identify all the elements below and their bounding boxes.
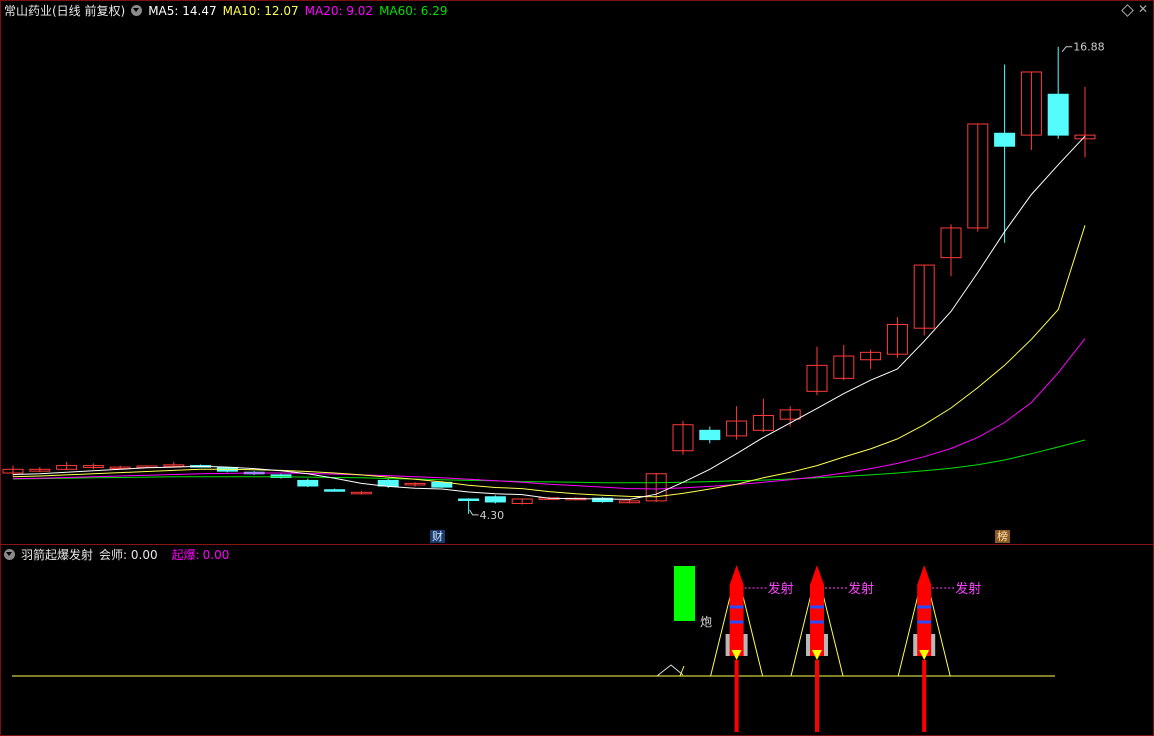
launch-label: 发射 [768, 581, 794, 597]
rocket-body [917, 565, 932, 656]
ma10-legend: MA10: 12.07 [222, 4, 299, 18]
dropdown-icon[interactable] [131, 5, 143, 16]
main-header: 常山药业(日线 前复权) MA5: 14.47 MA10: 12.07 MA20: 9… [4, 1, 454, 21]
ma5-legend: MA5: 14.47 [148, 4, 217, 18]
huishi-value: 会师: 0.00 [99, 548, 158, 562]
cai-marker[interactable]: 财 [430, 530, 445, 543]
indicator-title: 羽箭起爆发射 [21, 548, 94, 562]
qibao-label: 起爆: [171, 548, 200, 562]
candle-body [1047, 93, 1069, 136]
chart-canvas: 16.88 4.30 炮 发射 发射 发射 [2, 41, 1105, 732]
rocket-body [729, 565, 744, 656]
cannon-label: 炮 [700, 615, 712, 629]
low-marker-label: 4.30 [480, 509, 505, 522]
rocket-exhaust [922, 660, 927, 732]
high-marker-arrow [1061, 46, 1073, 53]
bang-marker[interactable]: 榜 [995, 530, 1010, 543]
sub-spike [656, 664, 684, 677]
candle-body [994, 132, 1016, 147]
ma60-line [12, 439, 1086, 484]
candle-body [458, 498, 480, 502]
candle-body [699, 429, 721, 441]
close-icon[interactable]: ✕ [1138, 2, 1148, 16]
cannon-signal-bar [674, 566, 695, 621]
rocket-exhaust [734, 660, 739, 732]
ma20-legend: MA20: 9.02 [304, 4, 374, 18]
launch-label: 发射 [848, 581, 874, 597]
candle-body [324, 489, 346, 492]
qibao-value: 0.00 [202, 548, 230, 562]
rocket-exhaust [815, 660, 819, 732]
candle-body [297, 479, 319, 487]
candle-body [484, 496, 506, 503]
launch-label: 发射 [955, 581, 981, 597]
high-marker-label: 16.88 [1073, 41, 1105, 54]
stock-title: 常山药业(日线 前复权) [4, 4, 126, 18]
sub-header: 羽箭起爆发射 会师: 0.00 起爆: 0.00 [4, 545, 235, 565]
rocket-body [810, 565, 824, 656]
low-marker-arrow [469, 509, 479, 516]
ma60-legend: MA60: 6.29 [379, 4, 448, 18]
sub-dropdown-icon[interactable] [4, 549, 15, 560]
